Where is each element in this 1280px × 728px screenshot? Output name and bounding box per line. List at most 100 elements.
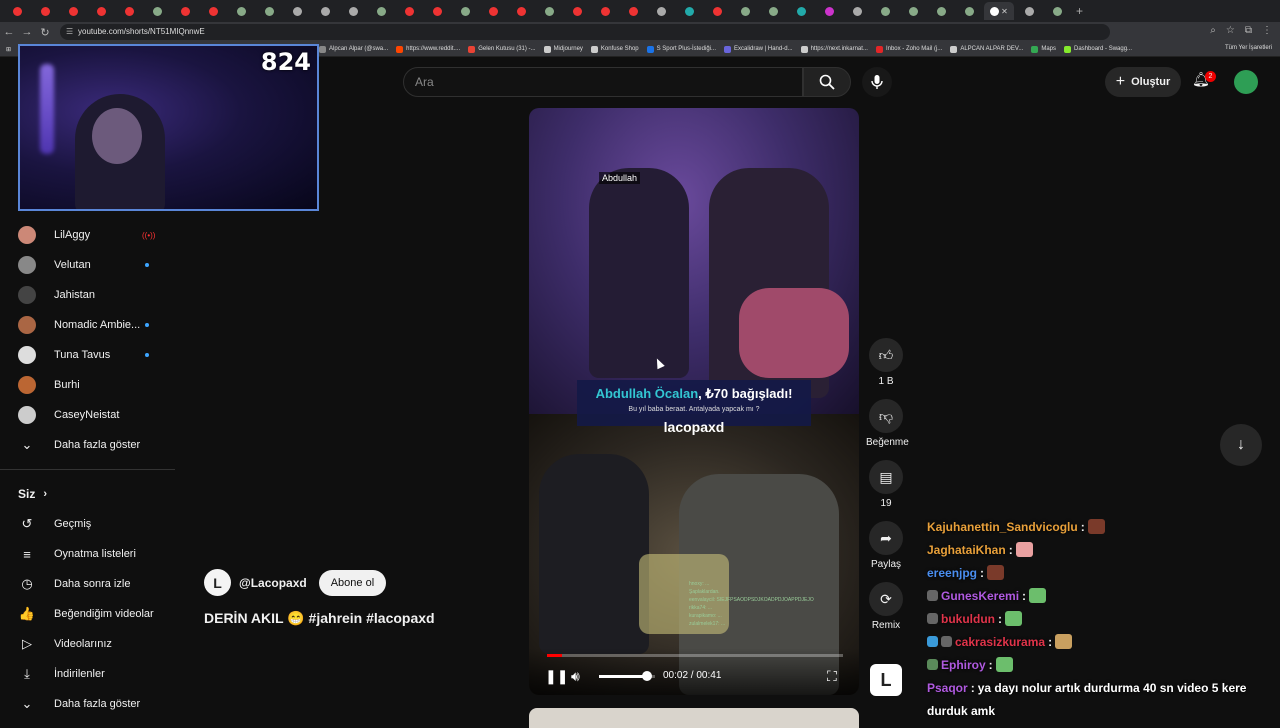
channel-avatar[interactable]: L — [204, 569, 231, 596]
zoom-icon[interactable]: ⌕ — [1210, 25, 1216, 36]
browser-tab[interactable] — [1044, 2, 1070, 20]
fullscreen-icon[interactable]: ⛶ — [827, 668, 837, 685]
browser-tab[interactable] — [452, 2, 478, 20]
sidebar-you-item[interactable]: ≡ Oynatma listeleri — [0, 539, 175, 569]
next-short-button[interactable]: ↓ — [1220, 424, 1262, 466]
sidebar-you-item[interactable]: 👍 Beğendiğim videolar — [0, 599, 175, 629]
browser-tab-active[interactable]: ✕ — [984, 2, 1014, 20]
browser-tab[interactable] — [144, 2, 170, 20]
browser-tab[interactable] — [88, 2, 114, 20]
sidebar-subscription-item[interactable]: CaseyNeistat — [0, 400, 175, 430]
bookmark-item[interactable]: Maps — [1031, 45, 1056, 53]
url-field[interactable]: ☰ youtube.com/shorts/NT51MIQnnwE — [60, 24, 1110, 40]
sidebar-you-item[interactable]: ◷ Daha sonra izle — [0, 569, 175, 599]
browser-tab[interactable] — [788, 2, 814, 20]
like-button[interactable]: 👍︎ 1 B — [866, 338, 906, 387]
browser-tab[interactable] — [564, 2, 590, 20]
browser-tab[interactable] — [872, 2, 898, 20]
volume-slider[interactable] — [599, 671, 655, 681]
all-bookmarks-folder[interactable]: Tüm Yer İşaretleri — [1225, 45, 1272, 51]
pause-icon[interactable]: ❚❚ — [545, 668, 568, 685]
search-button[interactable] — [803, 67, 851, 97]
browser-tab[interactable] — [116, 2, 142, 20]
bookmark-item[interactable]: Konfuse Shop — [590, 45, 639, 53]
browser-tab[interactable] — [340, 2, 366, 20]
bookmark-item[interactable]: Dashboard - Swagg... — [1064, 45, 1132, 53]
channel-thumbnail[interactable]: L — [870, 664, 902, 696]
browser-tab[interactable] — [956, 2, 982, 20]
browser-tab[interactable] — [228, 2, 254, 20]
browser-tab[interactable] — [256, 2, 282, 20]
bookmark-item[interactable]: Excalidraw | Hand-d... — [723, 45, 793, 53]
volume-icon[interactable]: 🔊︎ — [571, 668, 580, 685]
browser-tab[interactable] — [676, 2, 702, 20]
account-avatar[interactable] — [1234, 70, 1258, 94]
dislike-button[interactable]: 👎︎ Beğenme — [866, 399, 909, 448]
back-icon[interactable]: ← — [0, 26, 18, 38]
subscribe-button[interactable]: Abone ol — [318, 569, 387, 596]
you-section-header[interactable]: Siz › — [0, 479, 175, 509]
volume-knob[interactable] — [641, 671, 652, 681]
share-button[interactable]: ➦ Paylaş — [866, 521, 906, 570]
sidebar-you-item[interactable]: ↺ Geçmiş — [0, 509, 175, 539]
search-input[interactable]: Ara — [403, 67, 803, 97]
browser-tab[interactable] — [508, 2, 534, 20]
browser-tab[interactable] — [172, 2, 198, 20]
short-video-player[interactable]: Abdullah Abdullah Öcalan, ₺70 bağışladı!… — [529, 108, 859, 695]
browser-tab[interactable] — [200, 2, 226, 20]
site-info-icon[interactable]: ☰ — [66, 24, 73, 40]
bookmark-item[interactable]: S Sport Plus-İstediği... — [646, 45, 716, 53]
channel-name[interactable]: @Lacopaxd — [239, 576, 307, 590]
sidebar-subscription-item[interactable]: Nomadic Ambie... — [0, 310, 175, 340]
browser-tab[interactable] — [60, 2, 86, 20]
bookmark-item[interactable]: https://www.reddit.... — [396, 45, 460, 53]
browser-tab[interactable] — [844, 2, 870, 20]
bookmark-item[interactable]: https://next.inkarnat... — [800, 45, 868, 53]
forward-icon[interactable]: → — [18, 26, 36, 38]
bookmark-item[interactable]: Inbox - Zoho Mail (j... — [875, 45, 942, 53]
show-more-subscriptions[interactable]: ⌄ Daha fazla göster — [0, 430, 175, 460]
sidebar-subscription-item[interactable]: Burhi — [0, 370, 175, 400]
reload-icon[interactable]: ↻ — [36, 26, 54, 39]
next-short-preview[interactable] — [529, 708, 859, 728]
bookmark-item[interactable]: Midjourney — [543, 45, 583, 53]
sidebar-you-item[interactable]: ▷ Videolarınız — [0, 629, 175, 659]
bookmark-item[interactable]: ALPCAN ALPAR DEV... — [950, 45, 1023, 53]
video-progress-bar[interactable] — [547, 654, 843, 657]
bookmark-item[interactable]: Alpcan Alpar (@swa... — [319, 45, 388, 53]
voice-search-button[interactable] — [862, 67, 892, 97]
browser-tab[interactable] — [732, 2, 758, 20]
new-tab-icon[interactable]: + — [1076, 4, 1083, 18]
close-tab-icon[interactable]: ✕ — [1001, 7, 1008, 16]
browser-tab[interactable] — [648, 2, 674, 20]
menu-icon[interactable]: ⋮ — [1262, 25, 1272, 36]
browser-tab[interactable] — [312, 2, 338, 20]
browser-tab[interactable] — [424, 2, 450, 20]
browser-tab[interactable] — [760, 2, 786, 20]
browser-tab[interactable] — [536, 2, 562, 20]
browser-tab[interactable] — [4, 2, 30, 20]
browser-tab[interactable] — [1016, 2, 1042, 20]
browser-tab[interactable] — [480, 2, 506, 20]
browser-tab[interactable] — [816, 2, 842, 20]
browser-tab[interactable] — [928, 2, 954, 20]
sidebar-you-item[interactable]: ⤓ İndirilenler — [0, 659, 175, 689]
browser-tab[interactable] — [704, 2, 730, 20]
browser-tab[interactable] — [592, 2, 618, 20]
remix-button[interactable]: ⟳ Remix — [866, 582, 906, 631]
browser-tab[interactable] — [368, 2, 394, 20]
comments-button[interactable]: ▤ 19 — [866, 460, 906, 509]
show-more-you[interactable]: ⌄ Daha fazla göster — [0, 689, 175, 719]
sidebar-subscription-item[interactable]: Jahistan — [0, 280, 175, 310]
browser-tab[interactable] — [396, 2, 422, 20]
sidebar-subscription-item[interactable]: LilAggy ((•)) — [0, 220, 175, 250]
apps-icon[interactable]: ⊞ — [6, 46, 11, 53]
sidebar-subscription-item[interactable]: Tuna Tavus — [0, 340, 175, 370]
bookmark-star-icon[interactable]: ☆ — [1226, 25, 1235, 36]
browser-tab[interactable] — [620, 2, 646, 20]
bookmark-item[interactable]: Gelen Kutusu (31) -... — [468, 45, 536, 53]
sidebar-subscription-item[interactable]: Velutan — [0, 250, 175, 280]
create-button[interactable]: + Oluştur — [1105, 67, 1181, 97]
extensions-icon[interactable]: ⧉ — [1245, 25, 1252, 36]
browser-tab[interactable] — [32, 2, 58, 20]
